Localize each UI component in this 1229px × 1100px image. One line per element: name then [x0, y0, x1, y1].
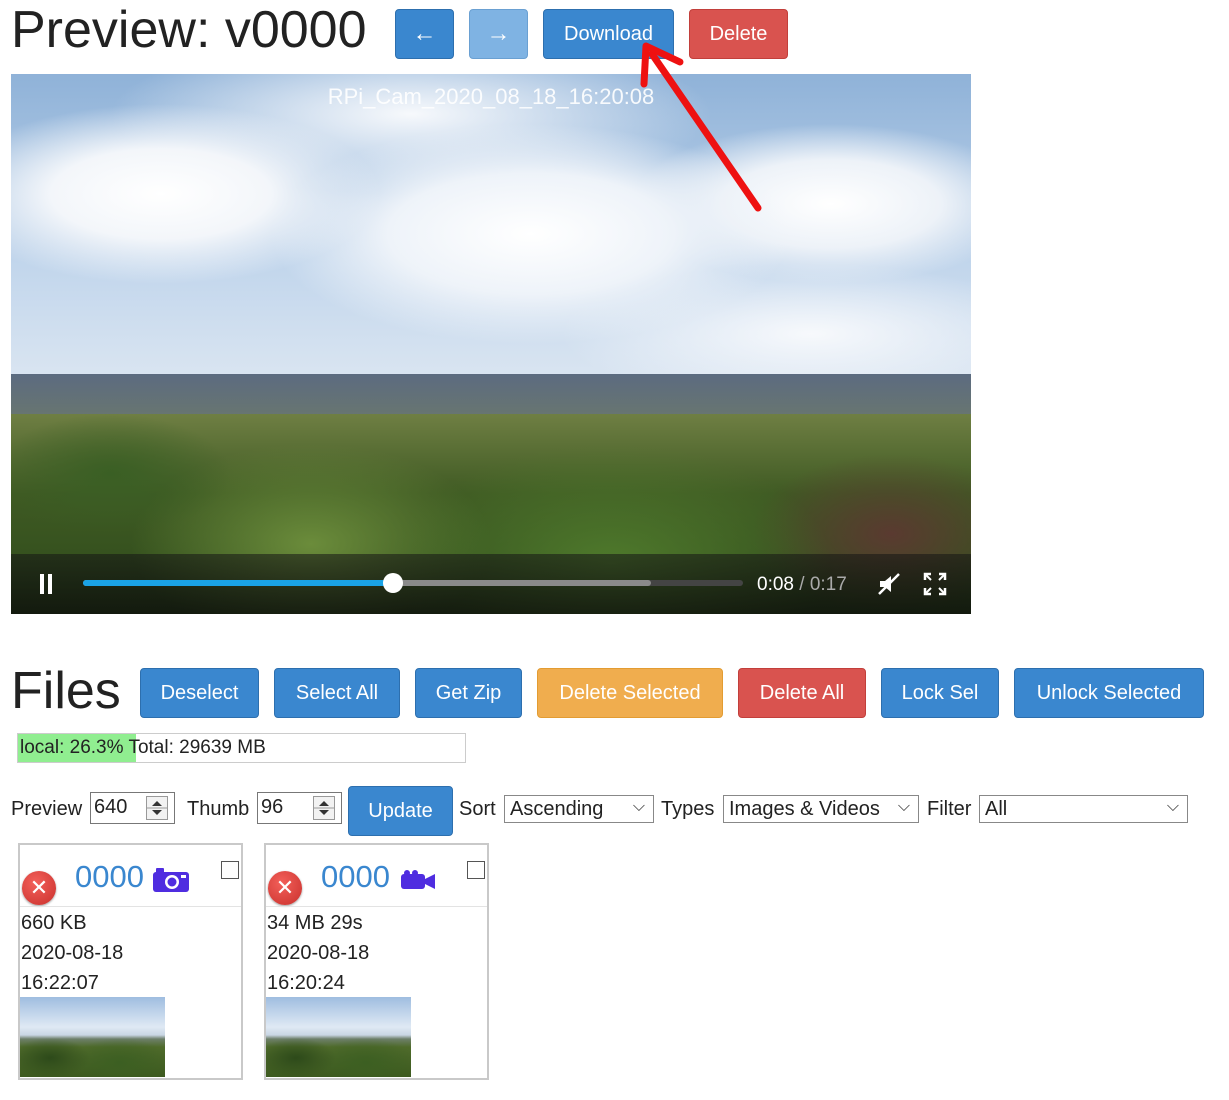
- types-value: Images & Videos: [729, 798, 880, 820]
- file-thumbnail[interactable]: [266, 997, 411, 1077]
- preview-size-label: Preview: [11, 798, 83, 820]
- camera-icon: [152, 867, 190, 898]
- video-progress-bar[interactable]: [83, 573, 743, 593]
- filter-value: All: [985, 798, 1008, 820]
- delete-selected-button[interactable]: Delete Selected: [537, 668, 723, 718]
- file-select-checkbox[interactable]: [467, 861, 485, 879]
- file-thumbnail[interactable]: [20, 997, 165, 1077]
- chevron-down-icon: ⌵: [897, 798, 910, 815]
- preview-title: Preview: v0000: [11, 1, 367, 59]
- sort-value: Ascending: [510, 798, 604, 820]
- file-number-link[interactable]: 0000: [321, 859, 390, 895]
- file-size: 34 MB 29s: [267, 912, 363, 934]
- video-timestamp-overlay: RPi_Cam_2020_08_18_16:20:08: [327, 84, 655, 109]
- file-size: 660 KB: [21, 912, 87, 934]
- card-divider: [266, 906, 487, 907]
- delete-all-button[interactable]: Delete All: [738, 668, 866, 718]
- files-title: Files: [11, 662, 121, 720]
- file-time: 16:20:24: [267, 972, 345, 994]
- previous-button[interactable]: ←: [395, 9, 454, 59]
- card-divider: [20, 906, 241, 907]
- file-date: 2020-08-18: [267, 942, 370, 964]
- thumb-size-value: 96: [261, 796, 284, 818]
- thumb-size-label: Thumb: [187, 798, 250, 820]
- chevron-down-icon: ⌵: [632, 798, 645, 815]
- mute-icon[interactable]: [877, 572, 901, 601]
- file-card[interactable]: ✕ 0000 34 MB 29s 2020-08-18 16:20:24: [264, 843, 489, 1080]
- storage-text: local: 26.3% Total: 29639 MB: [20, 737, 266, 759]
- video-time: 0:08 / 0:17: [757, 574, 847, 596]
- delete-file-icon[interactable]: ✕: [268, 871, 302, 905]
- preview-size-input[interactable]: 640: [90, 792, 175, 824]
- delete-file-icon[interactable]: ✕: [22, 871, 56, 905]
- video-frame-sky: [11, 74, 971, 394]
- chevron-down-icon: ⌵: [1166, 798, 1179, 815]
- file-select-checkbox[interactable]: [221, 861, 239, 879]
- video-player[interactable]: RPi_Cam_2020_08_18_16:20:08 0:08 / 0:17: [11, 74, 971, 614]
- next-button[interactable]: →: [469, 9, 528, 59]
- sort-label: Sort: [459, 798, 496, 820]
- select-all-button[interactable]: Select All: [274, 668, 400, 718]
- file-time: 16:22:07: [21, 972, 99, 994]
- deselect-button[interactable]: Deselect: [140, 668, 259, 718]
- video-camera-icon: [400, 869, 436, 898]
- file-card[interactable]: ✕ 0000 660 KB 2020-08-18 16:22:07: [18, 843, 243, 1080]
- pause-icon[interactable]: [38, 574, 54, 599]
- lock-selected-button[interactable]: Lock Sel: [881, 668, 999, 718]
- preview-size-spinner[interactable]: [146, 796, 168, 820]
- video-duration: 0:17: [809, 574, 847, 595]
- types-label: Types: [661, 798, 715, 820]
- file-date: 2020-08-18: [21, 942, 124, 964]
- video-played: [83, 580, 394, 586]
- sort-select[interactable]: Ascending ⌵: [504, 795, 654, 823]
- thumb-size-spinner[interactable]: [313, 796, 335, 820]
- storage-total-label: Total: 29639 MB: [128, 737, 266, 758]
- preview-size-value: 640: [94, 796, 128, 818]
- storage-usage-bar: local: 26.3% Total: 29639 MB: [17, 733, 466, 763]
- get-zip-button[interactable]: Get Zip: [415, 668, 522, 718]
- filter-label: Filter: [927, 798, 972, 820]
- video-controls: 0:08 / 0:17: [11, 554, 971, 614]
- thumb-size-input[interactable]: 96: [257, 792, 342, 824]
- fullscreen-icon[interactable]: [923, 572, 947, 601]
- unlock-selected-button[interactable]: Unlock Selected: [1014, 668, 1204, 718]
- video-seek-handle[interactable]: [383, 573, 404, 593]
- types-select[interactable]: Images & Videos ⌵: [723, 795, 919, 823]
- annotation-arrow: [640, 42, 762, 212]
- filter-select[interactable]: All ⌵: [979, 795, 1188, 823]
- file-number-link[interactable]: 0000: [75, 859, 144, 895]
- storage-local-label: local: 26.3%: [20, 737, 124, 758]
- update-button[interactable]: Update: [348, 786, 453, 836]
- video-current-time: 0:08: [757, 574, 794, 595]
- video-time-separator: /: [793, 574, 810, 595]
